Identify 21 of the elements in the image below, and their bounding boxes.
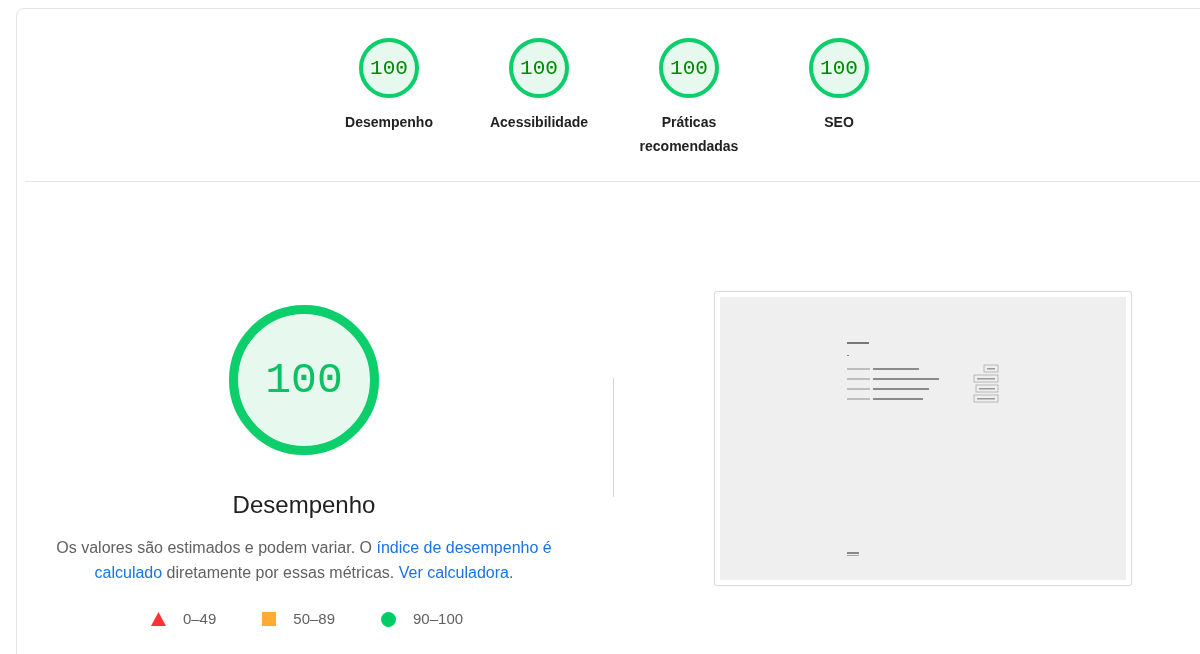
score-gauge bbox=[359, 38, 419, 98]
score-value: 100 bbox=[265, 358, 343, 402]
category-label: Acessibilidade bbox=[488, 113, 589, 132]
inline-link[interactable]: índice de desempenho é bbox=[376, 539, 552, 556]
score-value: 100 bbox=[520, 57, 558, 79]
legend-label: 90–100 bbox=[413, 609, 464, 629]
legend-label: 0–49 bbox=[182, 609, 217, 629]
score-value: 100 bbox=[670, 57, 708, 79]
category-label: SEO bbox=[823, 113, 855, 132]
performance-description: Os valores são estimados e podem variar. O índice de desempenho é calculado diretamente por essas métricas. Ver calculadora. bbox=[55, 538, 553, 583]
legend-label: 50–89 bbox=[293, 609, 335, 629]
category-label: Práticas recomendadas bbox=[638, 113, 740, 156]
category-title: Desempenho bbox=[232, 490, 376, 520]
inline-link[interactable]: Ver calculadora bbox=[398, 564, 509, 581]
category-label: Desempenho bbox=[344, 113, 434, 132]
inline-link[interactable]: calculado bbox=[94, 564, 163, 581]
score-gauge bbox=[659, 38, 719, 98]
score-gauge bbox=[809, 38, 869, 98]
score-value: 100 bbox=[370, 57, 408, 79]
score-value: 100 bbox=[820, 57, 858, 79]
score-gauge bbox=[509, 38, 569, 98]
